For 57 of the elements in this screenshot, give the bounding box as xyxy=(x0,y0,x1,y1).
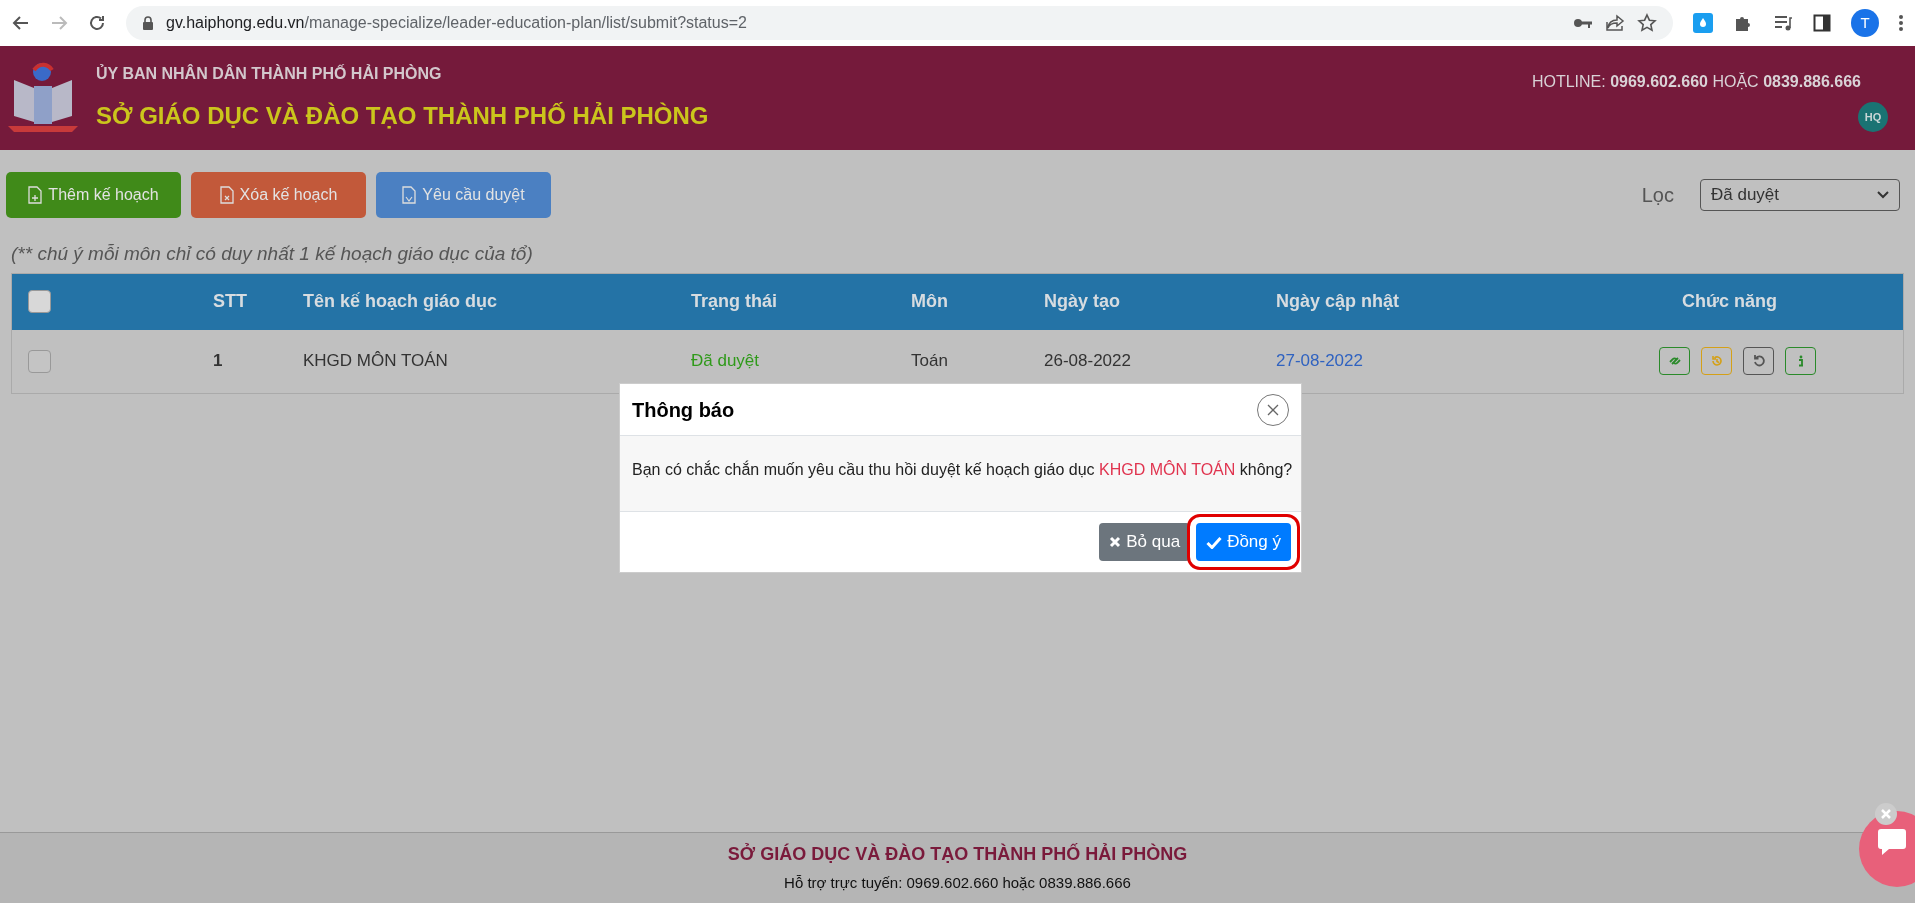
extension-drop-icon[interactable] xyxy=(1693,13,1713,33)
note-text: (** chú ý mỗi môn chỉ có duy nhất 1 kế hoạch giáo dục của tổ) xyxy=(10,242,534,266)
updated-date-link[interactable]: 27-08-2022 xyxy=(1276,348,1656,374)
org-name: ỦY BAN NHÂN DÂN THÀNH PHỐ HẢI PHÒNG xyxy=(96,63,443,84)
site-title: SỞ GIÁO DỤC VÀ ĐÀO TẠO THÀNH PHỐ HẢI PHÒNG xyxy=(96,101,709,131)
x-icon xyxy=(1109,536,1122,548)
table-cell-text: 26-08-2022 xyxy=(1044,350,1132,373)
column-header: Trạng thái xyxy=(691,290,778,313)
undo-icon xyxy=(1751,354,1766,368)
media-icon[interactable] xyxy=(1773,14,1793,32)
chat-bubble-icon xyxy=(1877,827,1907,857)
lock-icon xyxy=(142,16,154,30)
toolbar-button[interactable]: Yêu cầu duyệt xyxy=(376,172,551,218)
document-icon xyxy=(219,186,234,204)
column-header: Ngày tạo xyxy=(1044,290,1122,313)
filter-label: Lọc xyxy=(1641,183,1674,208)
link-icon xyxy=(1667,354,1682,368)
check-icon xyxy=(1206,535,1223,549)
reload-icon[interactable] xyxy=(88,14,106,32)
column-header: Môn xyxy=(911,290,949,313)
column-header: Chức năng xyxy=(1680,290,1778,313)
column-header: Tên kế hoạch giáo dục xyxy=(302,290,499,313)
address-bar[interactable]: gv.haiphong.edu.vn/manage-specialize/leader-education-plan/list/submit?status=2 xyxy=(126,6,1673,40)
back-icon[interactable] xyxy=(12,14,30,32)
undo-button[interactable] xyxy=(1743,347,1774,375)
footer-title: SỞ GIÁO DỤC VÀ ĐÀO TẠO THÀNH PHỐ HẢI PHÒNG xyxy=(727,842,1188,867)
table-cell-text: Toán xyxy=(911,350,949,373)
dialog-title: Thông báo xyxy=(632,397,736,423)
menu-icon[interactable] xyxy=(1899,14,1903,32)
close-icon xyxy=(1267,403,1279,416)
close-widget-button[interactable] xyxy=(1875,803,1897,825)
profile-avatar[interactable]: T xyxy=(1851,9,1879,37)
hotline-text: HOTLINE: 0969.602.660 HOẶC 0839.886.666 xyxy=(1531,71,1861,92)
footer-support-text: Hỗ trợ trực tuyến: 0969.602.660 hoặc 0839.886.666 xyxy=(784,873,1131,894)
chevron-down-icon xyxy=(1877,191,1889,199)
url-text: gv.haiphong.edu.vn/manage-specialize/leader-education-plan/list/submit?status=2 xyxy=(166,13,747,33)
column-header: Ngày cập nhật xyxy=(1276,290,1401,313)
history-icon xyxy=(1709,354,1724,368)
star-icon[interactable] xyxy=(1637,13,1657,33)
info-button[interactable] xyxy=(1785,347,1816,375)
close-icon xyxy=(1881,809,1891,819)
side-panel-icon[interactable] xyxy=(1813,14,1831,32)
toolbar-button[interactable]: Thêm kế hoạch xyxy=(6,172,181,218)
checkbox[interactable] xyxy=(28,290,51,313)
link-button[interactable] xyxy=(1659,347,1690,375)
user-avatar[interactable]: HQ xyxy=(1858,102,1888,132)
checkbox[interactable] xyxy=(28,349,51,373)
document-icon xyxy=(402,186,417,204)
status-text: Đã duyệt xyxy=(691,350,761,373)
filter-select[interactable]: Đã duyệt xyxy=(1700,179,1900,211)
table-cell-text: 1 xyxy=(212,350,224,373)
share-icon[interactable] xyxy=(1605,14,1625,32)
key-icon[interactable] xyxy=(1573,17,1593,29)
toolbar-button[interactable]: Xóa kế hoạch xyxy=(191,172,366,218)
document-icon xyxy=(28,186,43,204)
column-header: STT xyxy=(212,290,248,313)
table-cell-text: KHGD MÔN TOÁN xyxy=(302,350,449,373)
